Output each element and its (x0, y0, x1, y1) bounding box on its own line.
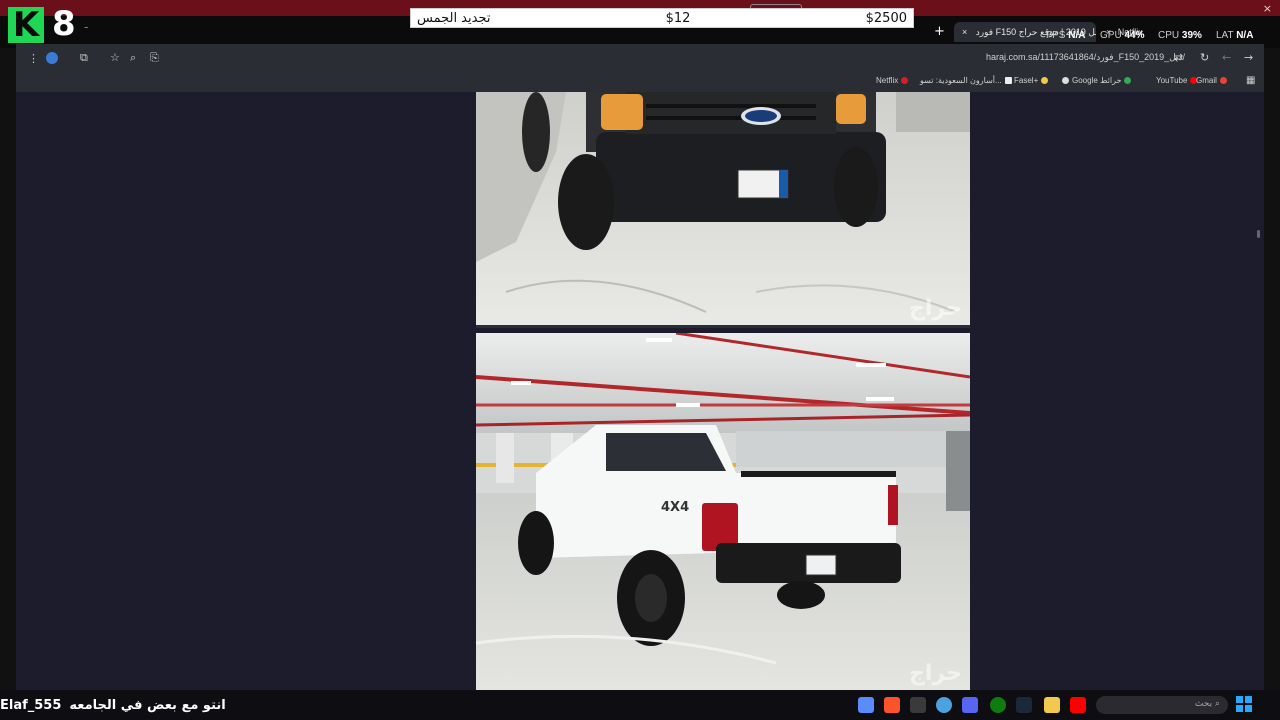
zoom-icon[interactable]: ⌕ (130, 52, 136, 64)
menu-dots-icon[interactable]: ⋮ (28, 53, 39, 65)
search-icon: ⌕ (1214, 699, 1220, 709)
bookmark-saudi[interactable]: أسارون السعودية: تسو... (920, 76, 1012, 85)
apps-grid-icon[interactable]: ▦ (1246, 75, 1255, 87)
cpu-readout: CPU 39% (1158, 30, 1202, 41)
youtube-icon[interactable] (1070, 697, 1086, 713)
tab-close-icon[interactable]: × (962, 27, 967, 37)
steam-icon[interactable] (1016, 697, 1032, 713)
new-tab-button[interactable]: + (934, 24, 945, 39)
lat-readout: LAT N/A (1216, 30, 1254, 41)
bookmark-google-maps[interactable]: Google خرائط (1062, 76, 1132, 85)
browser-toolbar: ⋮ ⧉ ☆ ⌕ ⎘ haraj.com.sa/11173641864/فورد_… (16, 44, 1264, 92)
haraj-watermark: حراج (909, 661, 962, 686)
xbox-icon[interactable] (990, 697, 1006, 713)
screen: K 8 - تجديد الجمس $12 $2500 × × فورد F15… (0, 0, 1280, 720)
listing-photo-rear[interactable]: 4X4 حراج (476, 333, 970, 690)
profile-avatar[interactable] (46, 52, 58, 64)
address-bar[interactable]: haraj.com.sa/11173641864/فورد_F150_2019_… (986, 52, 1185, 63)
truck-rear-image: 4X4 (476, 333, 970, 690)
overlay-close-icon[interactable]: × (1263, 2, 1272, 15)
reload-icon[interactable]: ↻ (1200, 52, 1209, 64)
install-icon[interactable]: ⎘ (150, 52, 159, 64)
back-icon[interactable]: → (1244, 52, 1253, 64)
chat-username: Elaf_555 (0, 697, 62, 713)
svg-text:4X4: 4X4 (661, 500, 689, 515)
browser-tab-strip: × فورد F150 دبل 2019 | موقع حراج × Netfl… (0, 22, 1280, 44)
page-scrollbar[interactable] (1257, 230, 1260, 238)
capcut-icon[interactable] (910, 697, 926, 713)
windows-taskbar: Elaf_555 انتو مع بعض في الجامعه بحث ⌕ (0, 690, 1280, 720)
search-placeholder: بحث (1194, 699, 1213, 709)
extensions-icon[interactable]: ⧉ (80, 52, 88, 64)
discord-icon[interactable] (962, 697, 978, 713)
bookmark-netflix[interactable]: Netflix (876, 76, 909, 85)
bookmarks-bar: Netflix أسارون السعودية: تسو... Fasel+ G… (16, 72, 1264, 92)
listing-page: حراج 4X4 حراج (16, 92, 1264, 690)
taskbar-search-input[interactable]: بحث ⌕ (1096, 696, 1228, 714)
gpu-readout: GPU 44% (1100, 30, 1145, 41)
listing-photo-front[interactable]: حراج (476, 92, 970, 328)
chat-message: انتو مع بعض في الجامعه (69, 697, 226, 713)
windows-start-icon[interactable] (1236, 696, 1252, 712)
fps-readout: FPS N/A (1046, 30, 1086, 41)
haraj-watermark: حراج (909, 296, 962, 321)
bookmark-star-icon[interactable]: ☆ (110, 52, 120, 64)
truck-front-image (476, 92, 970, 325)
omnibox-row: ⋮ ⧉ ☆ ⌕ ⎘ haraj.com.sa/11173641864/فورد_… (16, 46, 1264, 70)
site-settings-icon[interactable]: ⇄ (1174, 52, 1183, 64)
chat-ticker: Elaf_555 انتو مع بعض في الجامعه (0, 694, 226, 716)
forward-icon[interactable]: ← (1222, 52, 1231, 64)
defender-icon[interactable] (858, 697, 874, 713)
bookmark-gmail[interactable]: Gmail (1196, 76, 1227, 85)
file-explorer-icon[interactable] (1044, 697, 1060, 713)
bookmark-fasel[interactable]: Fasel+ (1014, 76, 1049, 85)
bookmark-youtube[interactable]: YouTube (1156, 76, 1198, 85)
brave-icon[interactable] (884, 697, 900, 713)
edge-icon[interactable] (936, 697, 952, 713)
